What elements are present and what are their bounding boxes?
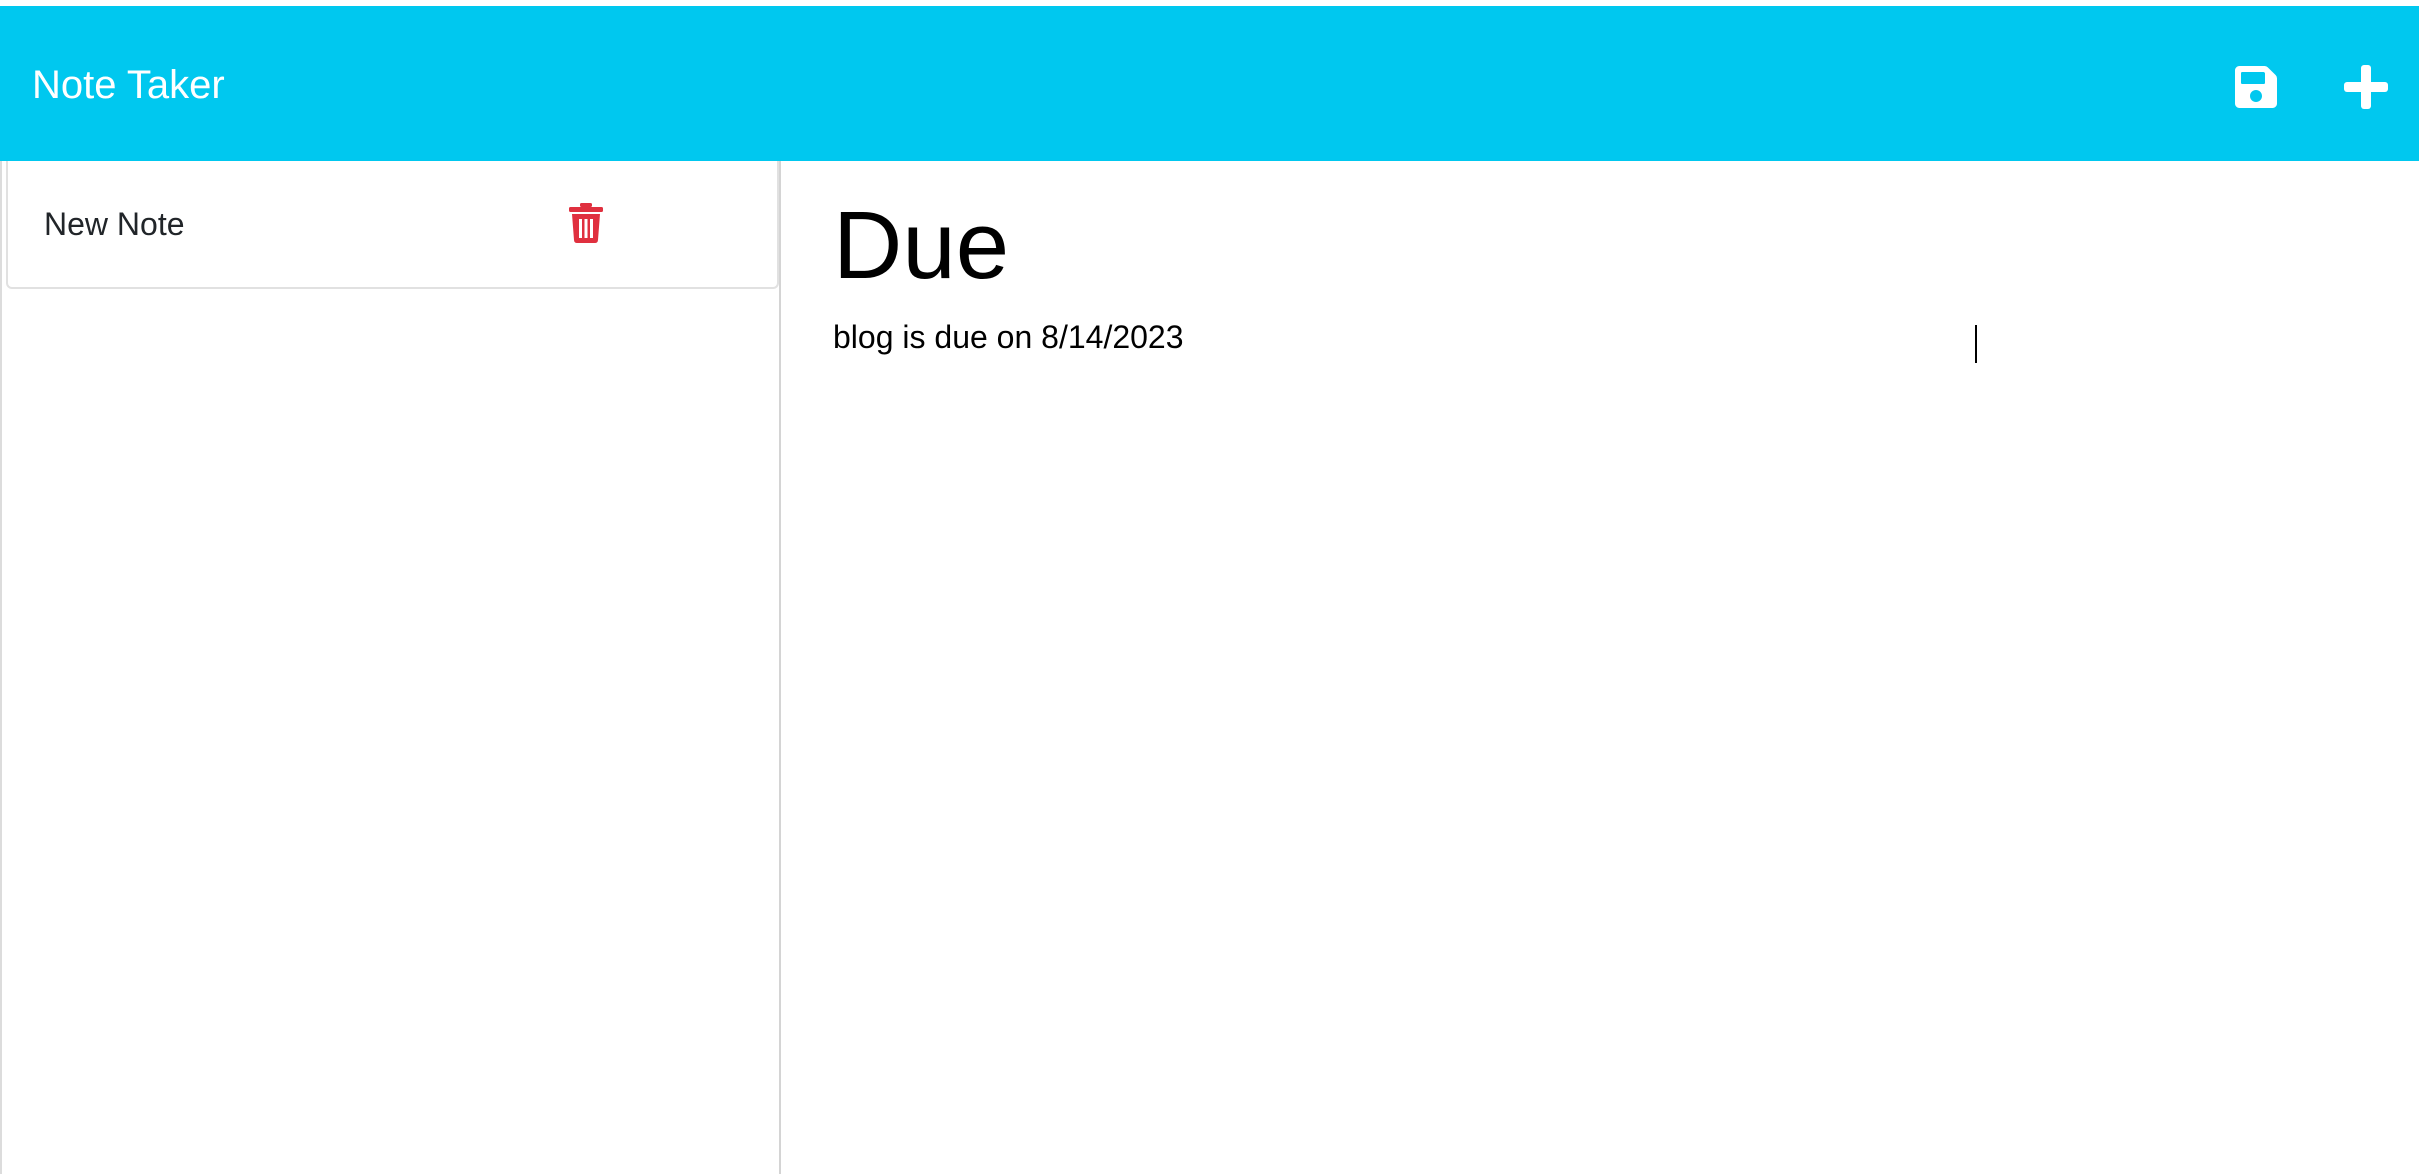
save-note-button[interactable] — [2232, 63, 2280, 111]
note-list-item[interactable]: New Note — [6, 161, 779, 289]
trash-icon — [569, 203, 603, 243]
plus-icon — [2344, 65, 2388, 109]
delete-note-button[interactable] — [568, 203, 604, 243]
save-icon — [2235, 66, 2277, 108]
note-taker-app: Note Taker New Note Due blog is due on 8… — [0, 0, 2426, 1174]
app-title: Note Taker — [32, 63, 225, 107]
note-title-input[interactable] — [833, 191, 2333, 301]
note-editor: blog is due on 8/14/2023 — [781, 161, 2419, 1174]
note-text-input[interactable]: blog is due on 8/14/2023 — [833, 317, 2333, 1137]
new-note-button[interactable] — [2342, 63, 2390, 111]
navbar: Note Taker — [0, 6, 2419, 161]
note-list: New Note — [0, 161, 781, 1174]
note-list-item-title: New Note — [44, 206, 185, 242]
text-cursor — [1975, 325, 1977, 363]
